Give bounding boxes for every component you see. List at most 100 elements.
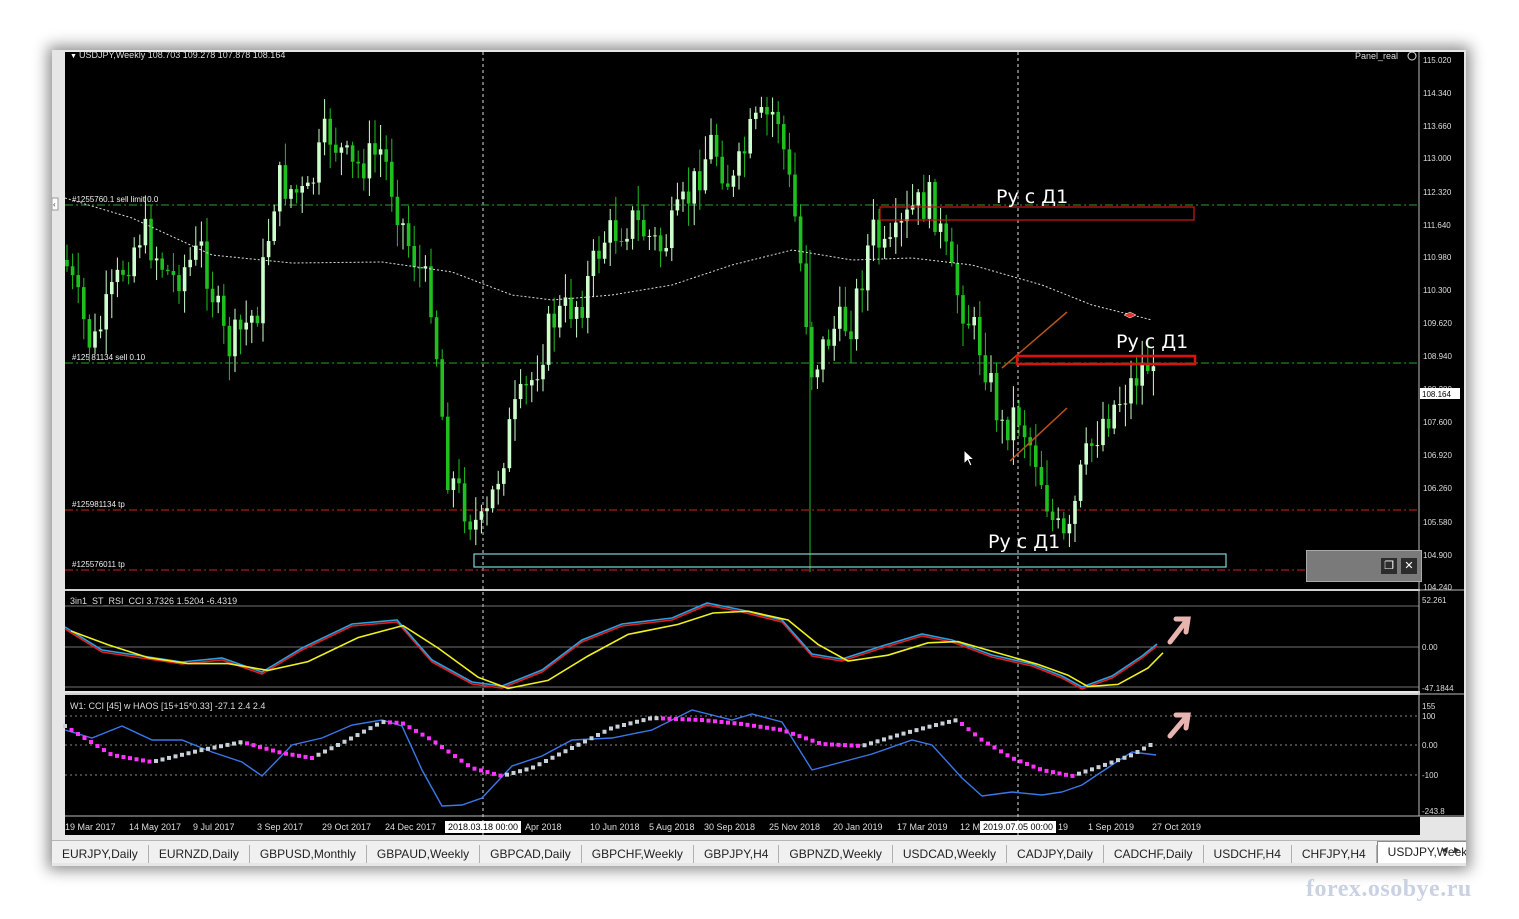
candle-body — [507, 419, 512, 469]
haos-dot — [518, 769, 522, 774]
haos-dot — [1129, 753, 1133, 758]
tab-cadchf-daily[interactable]: CADCHF,Daily — [1104, 845, 1204, 863]
candle-body — [82, 287, 86, 320]
candle-body — [496, 483, 500, 490]
haos-dot — [420, 732, 425, 737]
time-label: 10 Jun 2018 — [590, 822, 640, 832]
haos-dot — [394, 720, 399, 725]
haos-dot — [531, 765, 535, 770]
haos-dot — [472, 766, 477, 771]
candle-body — [87, 319, 92, 348]
ind1-axis-top: 52.261 — [1422, 596, 1447, 605]
haos-dot — [1005, 753, 1010, 758]
candle-body — [1078, 464, 1083, 501]
price-label: 114.340 — [1423, 89, 1452, 98]
mini-panel[interactable]: ❐ ✕ — [1306, 550, 1422, 582]
haos-dot — [719, 719, 724, 724]
haos-dot — [466, 763, 470, 768]
candle-body — [832, 328, 836, 346]
tab-usdchf-h4[interactable]: USDCHF,H4 — [1204, 845, 1292, 863]
close-icon[interactable]: ✕ — [1401, 558, 1417, 574]
tab-eurjpy-daily[interactable]: EURJPY,Daily — [52, 845, 149, 863]
time-label: 30 Sep 2018 — [704, 822, 755, 832]
haos-dot — [895, 733, 899, 738]
candle-body — [978, 316, 982, 356]
tab-gbpusd-monthly[interactable]: GBPUSD,Monthly — [250, 845, 367, 863]
haos-dot — [797, 734, 802, 739]
candle-body — [485, 508, 489, 512]
candle-body — [558, 305, 562, 328]
haos-dot — [1077, 771, 1081, 776]
tab-chfjpy-h4[interactable]: CHFJPY,H4 — [1292, 845, 1377, 863]
haos-dot — [375, 722, 379, 727]
haos-dot — [758, 724, 763, 729]
haos-dot — [921, 726, 925, 731]
ind2-axis-min: -243.8 — [1422, 807, 1445, 816]
haos-dot — [453, 754, 457, 759]
haos-dot — [745, 722, 750, 727]
haos-dot — [290, 752, 295, 757]
haos-dot — [771, 726, 776, 731]
tab-cadjpy-daily[interactable]: CADJPY,Daily — [1007, 845, 1104, 863]
price-label: 109.620 — [1423, 319, 1452, 328]
tab-scroll-arrows[interactable]: ◄ ► — [1439, 845, 1462, 856]
candle-body — [227, 325, 232, 357]
haos-dot — [706, 718, 711, 723]
ind2-axis-0: 0.00 — [1422, 741, 1438, 750]
haos-dot — [362, 729, 366, 734]
watermark: forex.osobye.ru — [1306, 876, 1472, 902]
haos-dot — [856, 743, 860, 748]
main-chart-bg — [65, 52, 1420, 589]
haos-dot — [823, 742, 828, 747]
ind2-axis-m100: -100 — [1422, 771, 1439, 780]
candle-body — [356, 161, 360, 164]
haos-dot — [778, 727, 782, 732]
haos-dot — [238, 740, 243, 745]
haos-dot — [102, 748, 106, 753]
candle-body — [686, 191, 691, 204]
haos-dot — [667, 716, 672, 721]
candle-body — [675, 199, 680, 211]
haos-dot — [862, 743, 867, 748]
candle-body — [126, 274, 131, 277]
candle-body — [726, 183, 730, 187]
haos-dot — [609, 726, 613, 731]
haos-dot — [979, 737, 984, 742]
candle-body — [1090, 443, 1094, 446]
price-label: 115.020 — [1423, 56, 1452, 65]
candle-body — [1140, 363, 1144, 386]
restore-icon[interactable]: ❐ — [1381, 558, 1397, 574]
candle-body — [1022, 425, 1027, 438]
tab-gbpjpy-h4[interactable]: GBPJPY,H4 — [694, 845, 780, 863]
chart-area[interactable]: ‹ ▼ USDJPY,Weekly 108.703 109.278 107.87… — [52, 50, 1466, 866]
haos-dot — [784, 729, 789, 734]
haos-dot — [459, 758, 464, 763]
candle-body — [541, 364, 545, 380]
candle-body — [597, 250, 601, 259]
tab-gbpcad-daily[interactable]: GBPCAD,Daily — [480, 845, 582, 863]
candle-body — [866, 245, 870, 291]
annotation-mid: Ру с Д1 — [1116, 331, 1188, 353]
tab-gbpaud-weekly[interactable]: GBPAUD,Weekly — [367, 845, 481, 863]
haos-dot — [810, 738, 815, 743]
candle-body — [1039, 467, 1044, 486]
haos-dot — [329, 746, 334, 751]
ind2-axis-100: 100 — [1422, 712, 1436, 721]
haos-dot — [583, 739, 587, 744]
haos-dot — [264, 746, 269, 751]
haos-dot — [258, 744, 262, 749]
candle-body — [916, 192, 920, 206]
haos-dot — [167, 755, 171, 760]
tab-gbpnzd-weekly[interactable]: GBPNZD,Weekly — [779, 845, 893, 863]
tab-gbpchf-weekly[interactable]: GBPCHF,Weekly — [582, 845, 694, 863]
haos-dot — [550, 755, 555, 760]
tab-eurnzd-daily[interactable]: EURNZD,Daily — [149, 845, 250, 863]
candle-body — [630, 210, 635, 239]
haos-dot — [511, 770, 516, 775]
candle-body — [261, 257, 265, 324]
haos-dot — [635, 719, 639, 724]
tab-usdcad-weekly[interactable]: USDCAD,Weekly — [893, 845, 1008, 863]
price-label: 107.600 — [1423, 418, 1452, 427]
candle-body — [983, 355, 988, 383]
candle-body — [798, 216, 803, 264]
